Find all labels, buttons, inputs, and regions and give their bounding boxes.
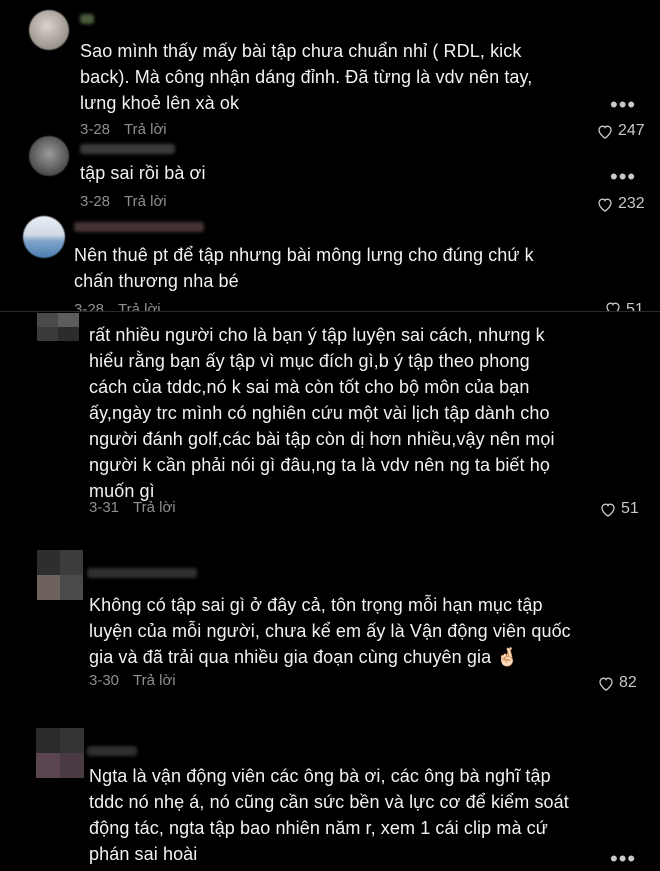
avatar[interactable] [37, 550, 83, 600]
comment-date: 3-30 [89, 672, 120, 689]
like-button[interactable]: 82 [598, 674, 637, 692]
heart-outline-icon [598, 197, 612, 212]
like-button[interactable]: 51 [600, 500, 639, 518]
comment-date: 3-28 [74, 301, 105, 311]
comment-text: Ngta là vận động viên các ông bà ơi, các… [89, 766, 569, 864]
more-dots-icon[interactable]: ••• [610, 166, 636, 188]
like-button[interactable]: 232 [597, 195, 645, 213]
reply-button[interactable]: Trả lời [118, 301, 161, 311]
avatar[interactable] [29, 136, 69, 176]
comment-text: tập sai rồi bà ơi [80, 163, 206, 183]
comment-date: 3-28 [80, 121, 111, 138]
heart-outline-icon [601, 502, 615, 517]
heart-outline-icon [598, 124, 612, 139]
like-count: 232 [618, 195, 645, 212]
comment-date: 3-28 [80, 193, 111, 210]
comment-date: 3-31 [89, 499, 120, 516]
comment-meta: 3-28 Trả lời [74, 301, 161, 311]
comment-meta: 3-31 Trả lời [89, 499, 176, 516]
comment-text: rất nhiều người cho là bạn ý tập luyện s… [89, 325, 555, 501]
username-blurred[interactable] [80, 144, 175, 154]
username-blurred[interactable] [87, 746, 137, 756]
avatar[interactable] [36, 728, 84, 778]
like-count: 247 [618, 122, 645, 139]
username-blurred[interactable] [74, 222, 204, 232]
reply-button[interactable]: Trả lời [124, 121, 167, 138]
reply-button[interactable]: Trả lời [124, 193, 167, 210]
more-dots-icon[interactable]: ••• [610, 848, 636, 870]
like-button[interactable]: 247 [597, 122, 645, 140]
comment-meta: 3-28 Trả lời [80, 193, 167, 210]
comment-meta: 3-28 Trả lời [80, 121, 167, 138]
comment-text: Không có tập sai gì ở đây cả, tôn trọng … [89, 595, 571, 667]
username-blurred[interactable] [80, 14, 94, 24]
avatar[interactable] [23, 216, 65, 258]
reply-button[interactable]: Trả lời [133, 672, 176, 689]
like-count: 51 [626, 301, 644, 311]
heart-outline-icon [599, 676, 613, 691]
username-blurred[interactable] [87, 568, 197, 578]
like-count: 82 [619, 674, 637, 691]
avatar[interactable] [37, 313, 79, 341]
heart-outline-icon [606, 302, 620, 311]
comment-meta: 3-30 Trả lời [89, 672, 176, 689]
screenshot-divider [0, 311, 660, 312]
like-button[interactable]: 51 [605, 301, 644, 311]
comment-text: Sao mình thấy mấy bài tập chưa chuẩn nhỉ… [80, 41, 533, 113]
avatar[interactable] [29, 10, 69, 50]
comment-text: Nên thuê pt để tập nhưng bài mông lưng c… [74, 245, 534, 291]
reply-button[interactable]: Trả lời [133, 499, 176, 516]
like-count: 51 [621, 500, 639, 517]
more-dots-icon[interactable]: ••• [610, 94, 636, 116]
